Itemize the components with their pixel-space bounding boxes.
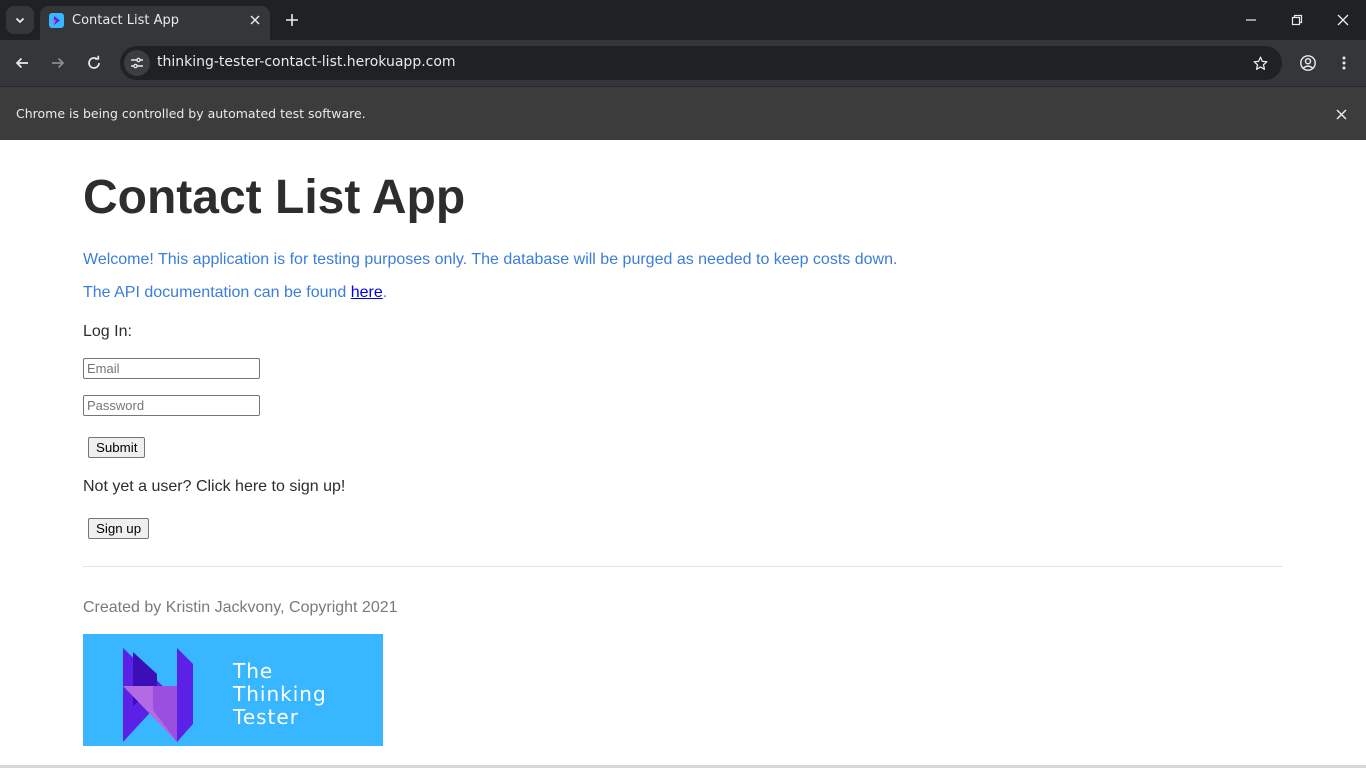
- submit-button[interactable]: Submit: [88, 437, 146, 458]
- arrow-right-icon: [52, 57, 65, 69]
- email-field[interactable]: [83, 358, 260, 379]
- back-button[interactable]: [8, 49, 36, 77]
- tab-active[interactable]: Contact List App: [40, 6, 270, 40]
- address-bar[interactable]: thinking-tester-contact-list.herokuapp.c…: [120, 46, 1282, 80]
- infobar-close-button[interactable]: [1332, 105, 1350, 123]
- signup-prompt: Not yet a user? Click here to sign up!: [83, 478, 346, 495]
- new-tab-button[interactable]: [280, 8, 304, 32]
- signup-button[interactable]: Sign up: [88, 518, 150, 539]
- favicon-icon: [49, 13, 64, 28]
- minimize-button[interactable]: [1228, 4, 1274, 36]
- close-icon: [1337, 14, 1349, 26]
- url-text[interactable]: thinking-tester-contact-list.herokuapp.c…: [157, 54, 456, 70]
- automation-infobar: Chrome is being controlled by automated …: [0, 86, 1366, 140]
- logo-text: The Thinking Tester: [233, 660, 327, 729]
- chevron-down-icon: [15, 17, 25, 24]
- footer-credit: Created by Kristin Jackvony, Copyright 2…: [83, 599, 398, 616]
- logo-line: Thinking: [233, 682, 327, 706]
- tab-strip: Contact List App: [0, 0, 1366, 40]
- divider: [83, 566, 1283, 567]
- welcome-message: Welcome! This application is for testing…: [83, 251, 898, 268]
- api-text-after: .: [382, 284, 388, 301]
- star-icon: [1252, 55, 1268, 70]
- tab-title: Contact List App: [72, 13, 179, 28]
- logo-line: The: [233, 659, 274, 683]
- menu-button[interactable]: [1332, 51, 1356, 75]
- restore-button[interactable]: [1274, 4, 1320, 36]
- tune-icon: [131, 57, 143, 69]
- browser-toolbar: thinking-tester-contact-list.herokuapp.c…: [0, 40, 1366, 86]
- site-info-button[interactable]: [124, 50, 150, 76]
- profile-button[interactable]: [1296, 51, 1320, 75]
- arrow-left-icon: [15, 57, 28, 69]
- reload-button[interactable]: [80, 49, 108, 77]
- infobar-text: Chrome is being controlled by automated …: [16, 106, 366, 121]
- reload-icon: [88, 55, 100, 69]
- plus-icon: [286, 14, 298, 26]
- page-content: Contact List App Welcome! This applicati…: [0, 140, 1366, 768]
- logo-mark-icon: [123, 648, 193, 742]
- tab-search-button[interactable]: [6, 6, 34, 34]
- account-icon: [1300, 55, 1316, 71]
- bookmark-button[interactable]: [1250, 53, 1270, 73]
- api-doc-link[interactable]: here: [351, 284, 383, 301]
- password-field[interactable]: [83, 395, 260, 416]
- close-icon: [1335, 108, 1347, 120]
- tab-close-button[interactable]: [246, 11, 264, 29]
- close-icon: [250, 15, 260, 25]
- login-label: Log In:: [83, 323, 132, 340]
- more-vert-icon: [1342, 56, 1346, 70]
- forward-button[interactable]: [44, 49, 72, 77]
- minimize-icon: [1246, 19, 1256, 21]
- api-doc-message: The API documentation can be found here.: [83, 284, 387, 302]
- page-title: Contact List App: [83, 171, 466, 224]
- logo-line: Tester: [233, 705, 299, 729]
- restore-icon: [1291, 14, 1303, 26]
- api-text-before: The API documentation can be found: [83, 284, 351, 301]
- close-window-button[interactable]: [1320, 4, 1366, 36]
- thinking-tester-logo: The Thinking Tester: [83, 634, 383, 746]
